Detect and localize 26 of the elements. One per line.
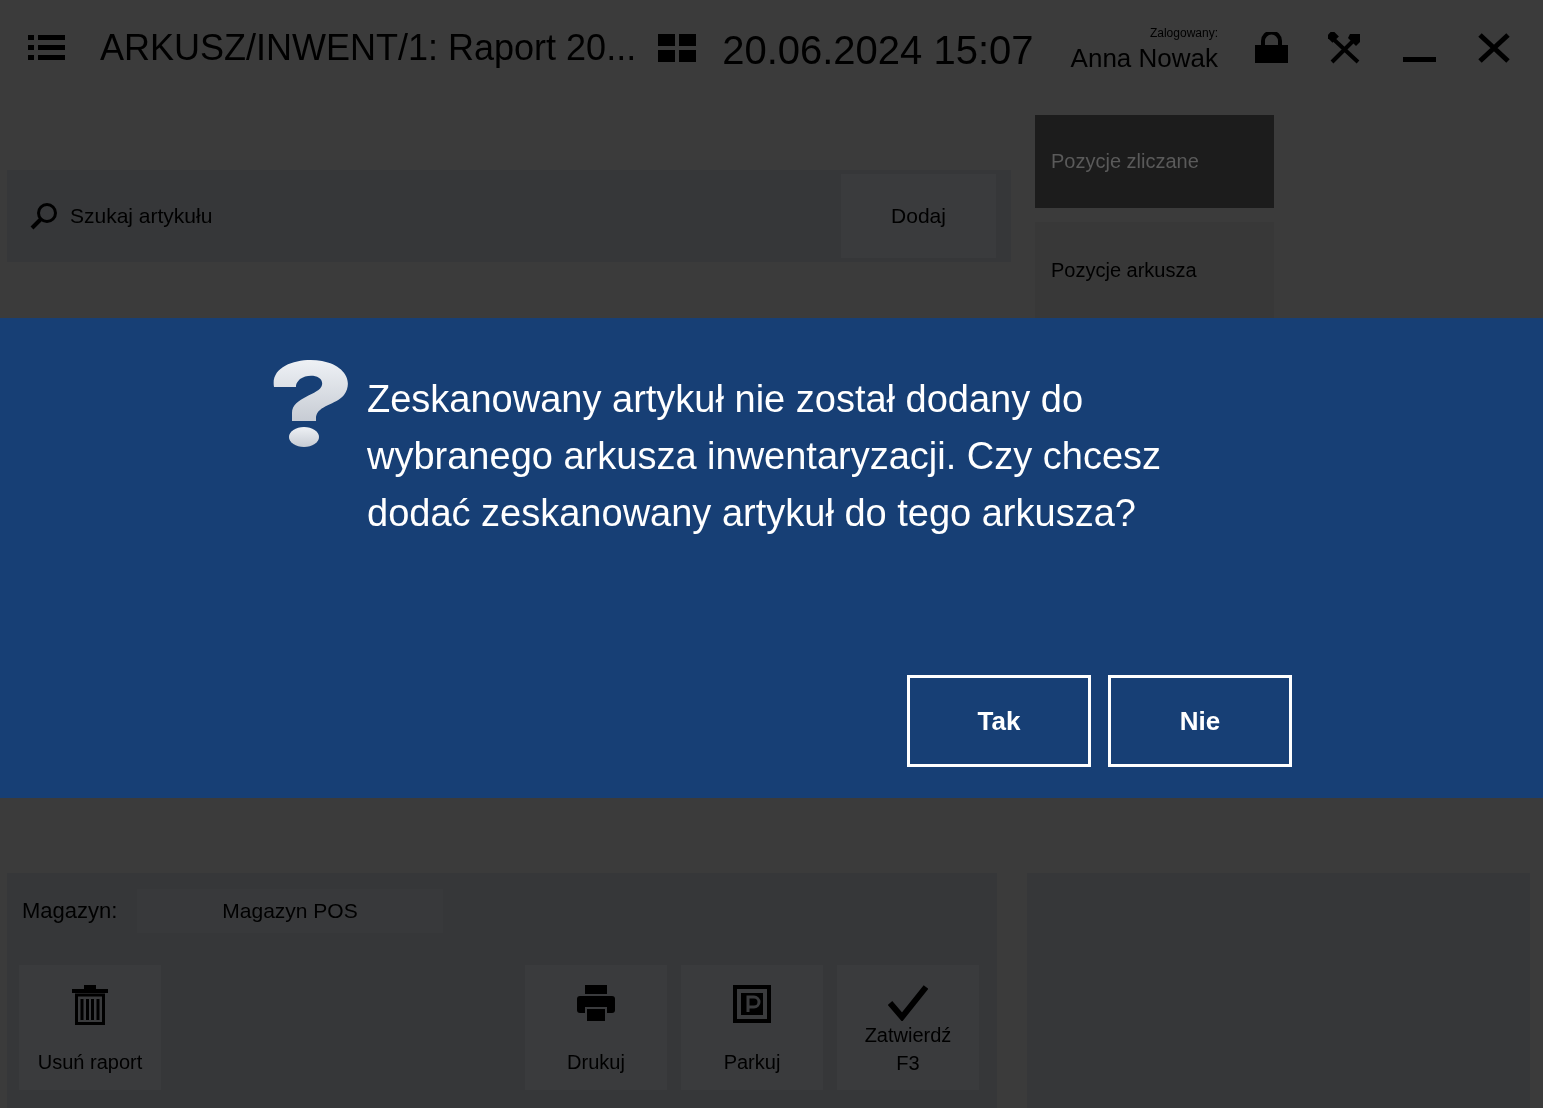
lock-icon[interactable]: [1255, 32, 1288, 63]
close-icon[interactable]: [1478, 32, 1510, 63]
printer-icon: [577, 985, 615, 1023]
search-bar[interactable]: Szukaj artykułu Dodaj: [7, 170, 1011, 262]
tab[interactable]: Pozycje zliczane: [1035, 115, 1274, 208]
logged-in-label: Zalogowany:: [1149, 25, 1218, 40]
window-title: ARKUSZ/INWENT/1: Raport 20...: [100, 25, 637, 70]
menu-icon[interactable]: [28, 35, 65, 60]
field-label: Magazyn:: [21, 898, 119, 924]
user-name: Anna Nowak: [1070, 41, 1218, 74]
dialog-button[interactable]: Nie: [1108, 675, 1292, 767]
date-time: 20.06.2024 15:07: [722, 26, 1034, 74]
action-button[interactable]: Usuń raport: [19, 965, 161, 1090]
action-button[interactable]: Zatwierdź F3: [837, 965, 979, 1090]
minimize-icon[interactable]: [1403, 57, 1436, 62]
add-button[interactable]: Dodaj: [841, 174, 996, 258]
tools-icon[interactable]: [1328, 31, 1362, 64]
search-icon: [30, 202, 58, 230]
parking-sign-icon: [733, 985, 771, 1023]
action-button[interactable]: Drukuj: [525, 965, 667, 1090]
dialog-button[interactable]: Tak: [907, 675, 1091, 767]
checkmark-icon: [888, 985, 928, 1021]
trash-icon: [72, 985, 108, 1025]
dialog-message: Zeskanowany artykuł nie został dodany do wybranego arkusza inwentaryzacji. Czy chcesz dodać zeskanowany artykuł do tego arkusza?: [367, 377, 1163, 536]
tiles-icon[interactable]: [658, 33, 697, 62]
action-button[interactable]: Parkuj: [681, 965, 823, 1090]
